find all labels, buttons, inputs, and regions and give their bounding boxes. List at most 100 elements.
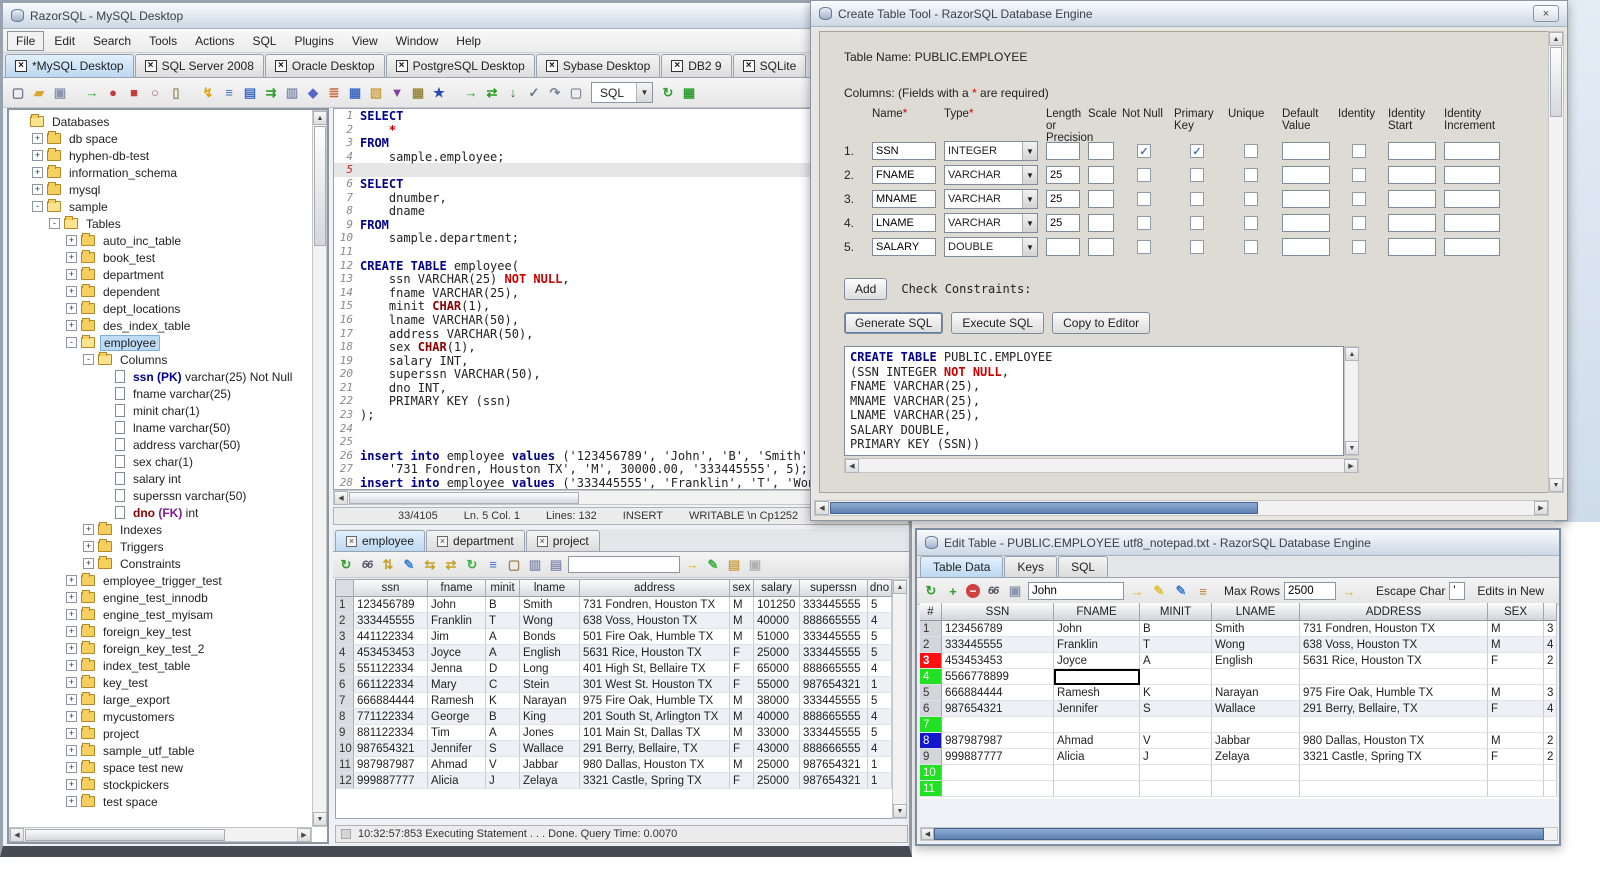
dialog-hscroll-thumb[interactable] (830, 502, 1258, 514)
close-tab-icon[interactable]: × (545, 60, 558, 72)
identity-increment-input[interactable] (1444, 214, 1500, 232)
cell[interactable] (1054, 765, 1140, 781)
connection-tab-postgresql-desktop[interactable]: × PostgreSQL Desktop (385, 54, 535, 77)
cell[interactable]: B (486, 597, 520, 613)
cell[interactable]: 2 (1544, 733, 1557, 749)
binoculars-icon[interactable]: 66 (358, 556, 376, 574)
expand-icon[interactable]: + (66, 745, 77, 756)
identity-start-input[interactable] (1388, 166, 1436, 184)
cell[interactable]: 4 (868, 661, 892, 677)
cell[interactable]: F (730, 773, 754, 789)
column-header-fname[interactable]: fname (428, 580, 486, 597)
tree-item-sample[interactable]: - sample (11, 198, 311, 215)
cell[interactable]: 333445555 (800, 725, 868, 741)
table-row[interactable]: 10 (920, 765, 1557, 781)
cell[interactable] (942, 781, 1054, 797)
cell[interactable] (1054, 781, 1140, 797)
cell[interactable]: C (486, 677, 520, 693)
cell[interactable]: 638 Voss, Houston TX (1300, 637, 1488, 653)
db-refresh-icon[interactable]: ↻ (463, 556, 481, 574)
new-file-icon[interactable]: ▢ (9, 84, 27, 102)
menu-plugins[interactable]: Plugins (286, 32, 341, 50)
cell[interactable]: M (730, 597, 754, 613)
primary-key-checkbox[interactable] (1190, 216, 1204, 230)
cell[interactable]: English (520, 645, 580, 661)
scroll-down-icon[interactable]: ▼ (1549, 478, 1563, 492)
cell[interactable]: T (1140, 637, 1212, 653)
cell[interactable]: Alicia (1054, 749, 1140, 765)
cell[interactable]: D (486, 661, 520, 677)
cell[interactable]: Zelaya (1212, 749, 1300, 765)
scroll-right-icon[interactable]: ▶ (1344, 459, 1358, 473)
cell[interactable]: Narayan (520, 693, 580, 709)
scroll-left-icon[interactable]: ◀ (334, 491, 348, 505)
cell[interactable]: Ramesh (1054, 685, 1140, 701)
column-header-sex[interactable]: sex (730, 580, 754, 597)
close-icon[interactable]: × (1533, 5, 1559, 22)
tree-item-large-export[interactable]: + large_export (11, 691, 311, 708)
cell[interactable]: F (1488, 653, 1544, 669)
column-header-lname[interactable]: lname (520, 580, 580, 597)
go-icon[interactable]: → (1128, 582, 1146, 600)
cell[interactable]: A (486, 629, 520, 645)
tree-item-dependent[interactable]: + dependent (11, 283, 311, 300)
table-row[interactable]: 2 333445555 Franklin T Wong 638 Voss, Houston… (336, 613, 892, 629)
cell[interactable]: Ahmad (1054, 733, 1140, 749)
cell[interactable]: A (1140, 653, 1212, 669)
cell[interactable]: F (730, 645, 754, 661)
expand-icon[interactable]: + (66, 252, 77, 263)
edit-window-titlebar[interactable]: Edit Table - PUBLIC.EMPLOYEE utf8_notepa… (917, 530, 1559, 556)
tree-item-test-space[interactable]: + test space (11, 793, 311, 810)
create-dialog-titlebar[interactable]: Create Table Tool - RazorSQL Database En… (811, 1, 1567, 27)
tree-item-sex-char-1-[interactable]: sex char(1) (11, 453, 311, 470)
table-row[interactable]: 12 999887777 Alicia J Zelaya 3321 Castle, Spr… (336, 773, 892, 789)
transfer-icon[interactable]: ⇄ (442, 556, 460, 574)
cell[interactable]: George (428, 709, 486, 725)
column-header-FNAME[interactable]: FNAME (1054, 603, 1140, 621)
db-edit-icon[interactable]: ✎ (704, 556, 722, 574)
tree-item-hyphen-db-test[interactable]: + hyphen-db-test (11, 147, 311, 164)
unique-checkbox[interactable] (1244, 240, 1258, 254)
cell[interactable]: 2 (1544, 653, 1557, 669)
cell[interactable]: F (730, 741, 754, 757)
tree-item-columns[interactable]: - Columns (11, 351, 311, 368)
cell[interactable]: Smith (1212, 621, 1300, 637)
cell[interactable]: Wallace (1212, 701, 1300, 717)
primary-key-checkbox[interactable]: ✓ (1190, 144, 1204, 158)
connection-tab-sql-server-2008[interactable]: × SQL Server 2008 (134, 54, 264, 77)
scale-input[interactable] (1088, 214, 1114, 232)
tree-item-triggers[interactable]: + Triggers (11, 538, 311, 555)
tree-item-superssn-varchar-50-[interactable]: superssn varchar(50) (11, 487, 311, 504)
dialog-vertical-scrollbar[interactable]: ▲ ▼ (1548, 31, 1564, 493)
cell[interactable]: 888665555 (800, 613, 868, 629)
table-row[interactable]: 7 666884444 Ramesh K Narayan 975 Fire Oak, Hu… (336, 693, 892, 709)
cell[interactable]: 3321 Castle, Spring TX (580, 773, 730, 789)
expand-icon[interactable]: + (66, 235, 77, 246)
cell[interactable]: 987987987 (942, 733, 1054, 749)
close-tab-icon[interactable]: × (671, 60, 684, 72)
selected-cell[interactable] (1054, 669, 1140, 685)
cell[interactable]: John (1054, 621, 1140, 637)
not-null-checkbox[interactable] (1137, 216, 1151, 230)
column-type-select[interactable]: VARCHAR ▼ (944, 213, 1038, 233)
tree-item-employee[interactable]: - employee (11, 334, 311, 351)
edit-tab-table-data[interactable]: Table Data (920, 556, 1004, 577)
tree-item-des-index-table[interactable]: + des_index_table (11, 317, 311, 334)
edit-grid-hscroll-thumb[interactable] (934, 828, 1544, 840)
sql-preview-horizontal-scrollbar[interactable]: ◀ ▶ (844, 458, 1359, 473)
identity-increment-input[interactable] (1444, 166, 1500, 184)
close-tab-icon[interactable]: × (437, 535, 449, 547)
cell[interactable]: 453453453 (354, 645, 428, 661)
expand-icon[interactable]: + (66, 677, 77, 688)
tree-item-mycustomers[interactable]: + mycustomers (11, 708, 311, 725)
connect-icon[interactable]: → (83, 84, 101, 102)
db-tools-icon[interactable]: ⇉ (262, 84, 280, 102)
cell[interactable]: 5 (868, 725, 892, 741)
cell[interactable] (1212, 717, 1300, 733)
cell[interactable] (1140, 781, 1212, 797)
scroll-left-icon[interactable]: ◀ (845, 459, 859, 473)
cell[interactable]: 731 Fondren, Houston TX (1300, 621, 1488, 637)
cell[interactable] (1300, 717, 1488, 733)
cell[interactable] (1212, 765, 1300, 781)
cell[interactable]: 201 South St, Arlington TX (580, 709, 730, 725)
